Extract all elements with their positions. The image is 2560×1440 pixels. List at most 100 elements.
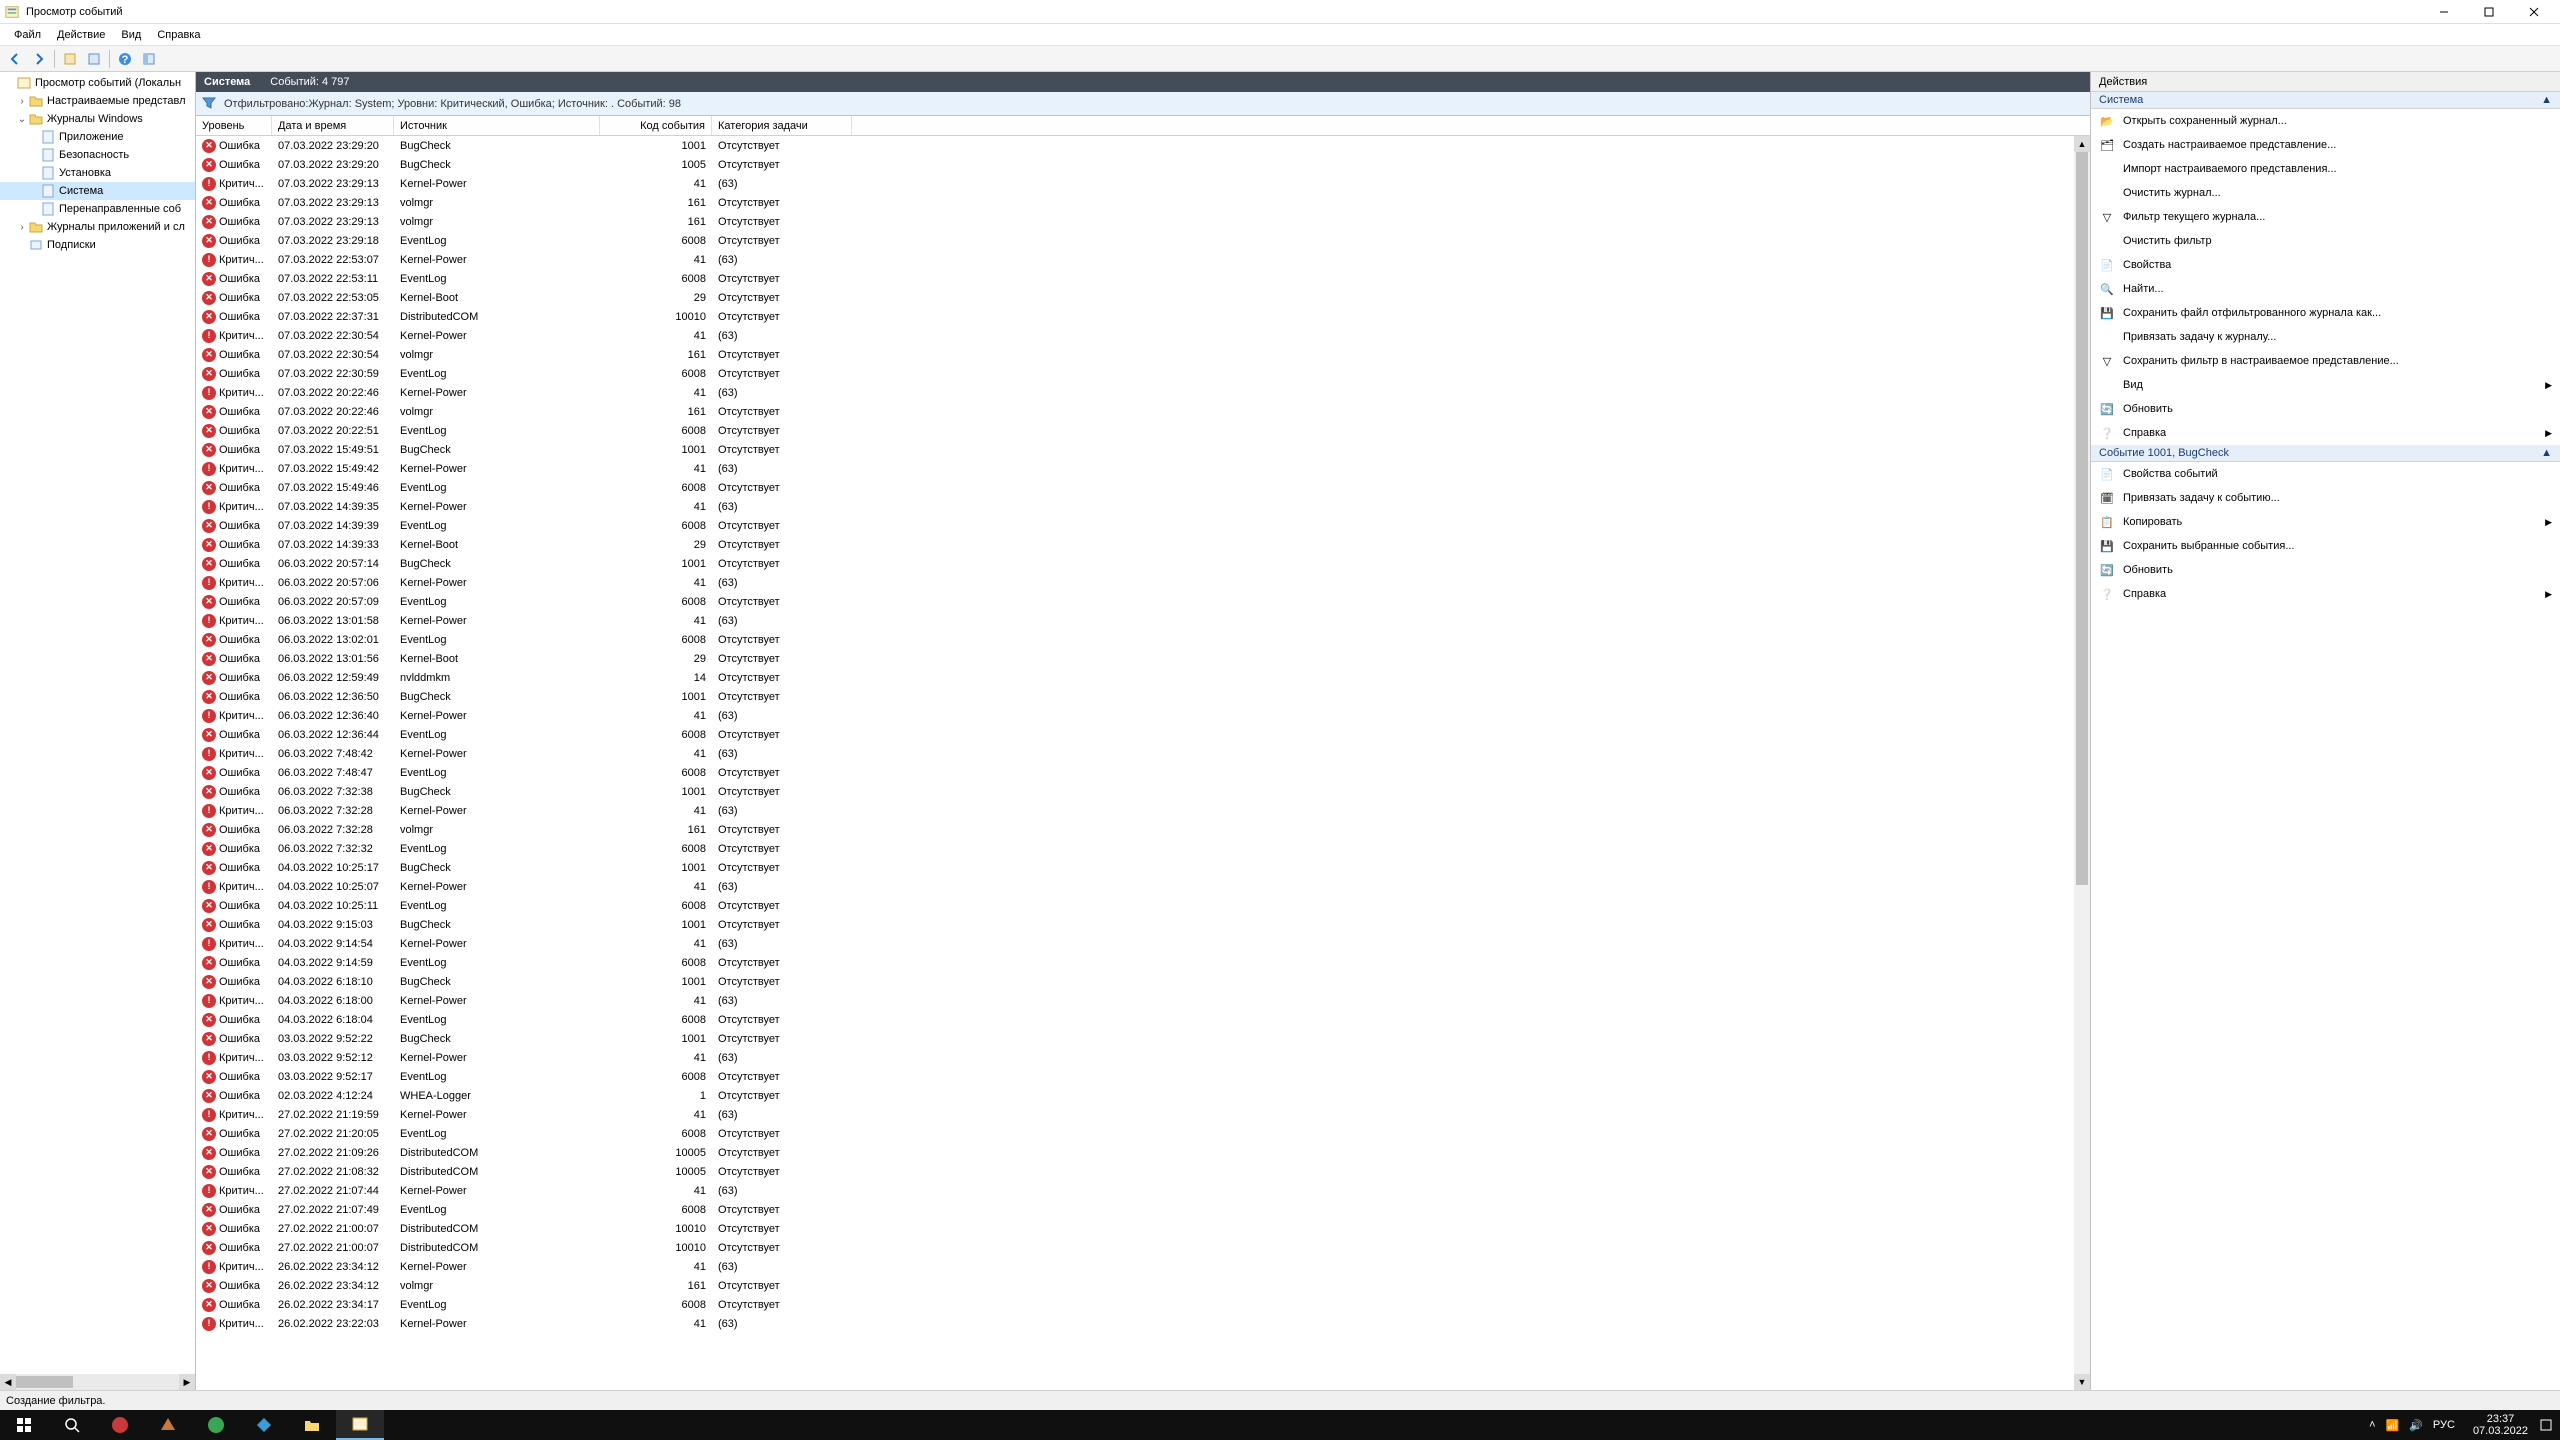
action-view[interactable]: Вид▶: [2091, 373, 2560, 397]
system-tray[interactable]: ˄ 📶 🔊 РУС: [2359, 1419, 2465, 1432]
table-row[interactable]: ✕Ошибка04.03.2022 10:25:11EventLog6008От…: [196, 896, 2074, 915]
start-button[interactable]: [0, 1410, 48, 1440]
table-row[interactable]: !Критич...04.03.2022 6:18:00Kernel-Power…: [196, 991, 2074, 1010]
scroll-right-icon[interactable]: ▶: [179, 1374, 195, 1390]
expand-icon[interactable]: ›: [16, 96, 28, 107]
maximize-button[interactable]: [2466, 0, 2511, 24]
menu-action[interactable]: Действие: [49, 27, 113, 43]
table-row[interactable]: ✕Ошибка27.02.2022 21:08:32DistributedCOM…: [196, 1162, 2074, 1181]
table-row[interactable]: ✕Ошибка07.03.2022 22:53:11EventLog6008От…: [196, 269, 2074, 288]
table-row[interactable]: ✕Ошибка07.03.2022 15:49:51BugCheck1001От…: [196, 440, 2074, 459]
table-row[interactable]: !Критич...27.02.2022 21:19:59Kernel-Powe…: [196, 1105, 2074, 1124]
tray-chevron-icon[interactable]: ˄: [2369, 1419, 2375, 1431]
table-row[interactable]: ✕Ошибка07.03.2022 22:30:54volmgr161Отсут…: [196, 345, 2074, 364]
table-row[interactable]: ✕Ошибка04.03.2022 9:15:03BugCheck1001Отс…: [196, 915, 2074, 934]
minimize-button[interactable]: [2421, 0, 2466, 24]
table-row[interactable]: !Критич...04.03.2022 9:14:54Kernel-Power…: [196, 934, 2074, 953]
tray-volume-icon[interactable]: 🔊: [2409, 1419, 2423, 1432]
table-row[interactable]: !Критич...04.03.2022 10:25:07Kernel-Powe…: [196, 877, 2074, 896]
table-row[interactable]: ✕Ошибка07.03.2022 22:37:31DistributedCOM…: [196, 307, 2074, 326]
tree-root[interactable]: Просмотр событий (Локальн: [0, 74, 195, 92]
col-task[interactable]: Категория задачи: [712, 116, 852, 135]
action-save-filtered[interactable]: 💾Сохранить файл отфильтрованного журнала…: [2091, 301, 2560, 325]
action-filter-log[interactable]: ▽Фильтр текущего журнала...: [2091, 205, 2560, 229]
table-row[interactable]: ✕Ошибка06.03.2022 7:32:28volmgr161Отсутс…: [196, 820, 2074, 839]
table-row[interactable]: ✕Ошибка26.02.2022 23:34:17EventLog6008От…: [196, 1295, 2074, 1314]
action-properties[interactable]: 📄Свойства: [2091, 253, 2560, 277]
grid-v-scrollbar[interactable]: ▲ ▼: [2074, 136, 2090, 1390]
show-tree-button[interactable]: [59, 48, 81, 70]
table-row[interactable]: ✕Ошибка06.03.2022 7:32:32EventLog6008Отс…: [196, 839, 2074, 858]
scroll-up-icon[interactable]: ▲: [2074, 136, 2090, 152]
table-row[interactable]: ✕Ошибка06.03.2022 7:32:38BugCheck1001Отс…: [196, 782, 2074, 801]
taskbar-clock[interactable]: 23:37 07.03.2022: [2465, 1413, 2536, 1437]
action-clear-filter[interactable]: Очистить фильтр: [2091, 229, 2560, 253]
table-row[interactable]: ✕Ошибка07.03.2022 23:29:13volmgr161Отсут…: [196, 193, 2074, 212]
collapse-icon[interactable]: ▲: [2541, 94, 2552, 106]
scroll-left-icon[interactable]: ◀: [0, 1374, 16, 1390]
table-row[interactable]: !Критич...07.03.2022 15:49:42Kernel-Powe…: [196, 459, 2074, 478]
table-row[interactable]: ✕Ошибка07.03.2022 23:29:18EventLog6008От…: [196, 231, 2074, 250]
menu-file[interactable]: Файл: [6, 27, 49, 43]
table-row[interactable]: !Критич...26.02.2022 23:34:12Kernel-Powe…: [196, 1257, 2074, 1276]
table-row[interactable]: ✕Ошибка06.03.2022 13:02:01EventLog6008От…: [196, 630, 2074, 649]
table-row[interactable]: ✕Ошибка04.03.2022 6:18:04EventLog6008Отс…: [196, 1010, 2074, 1029]
menu-view[interactable]: Вид: [113, 27, 149, 43]
tree-security[interactable]: Безопасность: [0, 146, 195, 164]
notifications-button[interactable]: [2536, 1410, 2556, 1440]
tray-language[interactable]: РУС: [2433, 1419, 2455, 1431]
close-button[interactable]: [2511, 0, 2556, 24]
scrollbar-thumb[interactable]: [2076, 152, 2088, 885]
table-row[interactable]: ✕Ошибка27.02.2022 21:00:07DistributedCOM…: [196, 1238, 2074, 1257]
table-row[interactable]: !Критич...07.03.2022 22:30:54Kernel-Powe…: [196, 326, 2074, 345]
action-clear-log[interactable]: Очистить журнал...: [2091, 181, 2560, 205]
tree-windows-logs[interactable]: ⌄ Журналы Windows: [0, 110, 195, 128]
search-button[interactable]: [48, 1410, 96, 1440]
action-copy[interactable]: 📋Копировать▶: [2091, 510, 2560, 534]
table-row[interactable]: ✕Ошибка07.03.2022 22:53:05Kernel-Boot29О…: [196, 288, 2074, 307]
action-refresh-2[interactable]: 🔄Обновить: [2091, 558, 2560, 582]
action-attach-task-log[interactable]: Привязать задачу к журналу...: [2091, 325, 2560, 349]
action-attach-task-event[interactable]: 🗓Привязать задачу к событию...: [2091, 486, 2560, 510]
collapse-icon[interactable]: ⌄: [16, 114, 28, 125]
tree-system[interactable]: Система: [0, 182, 195, 200]
action-help[interactable]: ❔Справка▶: [2091, 421, 2560, 445]
table-row[interactable]: ✕Ошибка06.03.2022 12:36:44EventLog6008От…: [196, 725, 2074, 744]
table-row[interactable]: ✕Ошибка06.03.2022 20:57:09EventLog6008От…: [196, 592, 2074, 611]
table-row[interactable]: ✕Ошибка07.03.2022 23:29:13volmgr161Отсут…: [196, 212, 2074, 231]
tree-subscriptions[interactable]: Подписки: [0, 236, 195, 254]
scrollbar-thumb[interactable]: [16, 1376, 73, 1388]
table-row[interactable]: ✕Ошибка06.03.2022 13:01:56Kernel-Boot29О…: [196, 649, 2074, 668]
taskbar-explorer[interactable]: [288, 1410, 336, 1440]
table-row[interactable]: ✕Ошибка03.03.2022 9:52:17EventLog6008Отс…: [196, 1067, 2074, 1086]
table-row[interactable]: !Критич...07.03.2022 14:39:35Kernel-Powe…: [196, 497, 2074, 516]
action-open-saved-log[interactable]: 📂Открыть сохраненный журнал...: [2091, 109, 2560, 133]
col-source[interactable]: Источник: [394, 116, 600, 135]
table-row[interactable]: ✕Ошибка07.03.2022 20:22:46volmgr161Отсут…: [196, 402, 2074, 421]
tree-forwarded[interactable]: Перенаправленные соб: [0, 200, 195, 218]
table-row[interactable]: ✕Ошибка04.03.2022 6:18:10BugCheck1001Отс…: [196, 972, 2074, 991]
col-datetime[interactable]: Дата и время: [272, 116, 394, 135]
table-row[interactable]: ✕Ошибка02.03.2022 4:12:24WHEA-Logger1Отс…: [196, 1086, 2074, 1105]
table-row[interactable]: ✕Ошибка07.03.2022 14:39:33Kernel-Boot29О…: [196, 535, 2074, 554]
table-row[interactable]: ✕Ошибка07.03.2022 22:30:59EventLog6008От…: [196, 364, 2074, 383]
table-row[interactable]: ✕Ошибка07.03.2022 14:39:39EventLog6008От…: [196, 516, 2074, 535]
nav-forward-button[interactable]: [28, 48, 50, 70]
action-find[interactable]: 🔍Найти...: [2091, 277, 2560, 301]
tree-application[interactable]: Приложение: [0, 128, 195, 146]
table-row[interactable]: ✕Ошибка06.03.2022 7:48:47EventLog6008Отс…: [196, 763, 2074, 782]
taskbar-app-4[interactable]: [240, 1410, 288, 1440]
table-row[interactable]: ✕Ошибка06.03.2022 12:36:50BugCheck1001От…: [196, 687, 2074, 706]
table-row[interactable]: ✕Ошибка04.03.2022 9:14:59EventLog6008Отс…: [196, 953, 2074, 972]
collapse-icon[interactable]: ▲: [2541, 447, 2552, 459]
table-row[interactable]: ✕Ошибка27.02.2022 21:07:49EventLog6008От…: [196, 1200, 2074, 1219]
refresh-button[interactable]: [138, 48, 160, 70]
taskbar-eventviewer[interactable]: [336, 1410, 384, 1440]
col-eventid[interactable]: Код события: [600, 116, 712, 135]
action-save-filter-view[interactable]: ▽Сохранить фильтр в настраиваемое предст…: [2091, 349, 2560, 373]
table-row[interactable]: ✕Ошибка26.02.2022 23:34:12volmgr161Отсут…: [196, 1276, 2074, 1295]
scroll-down-icon[interactable]: ▼: [2074, 1374, 2090, 1390]
table-row[interactable]: !Критич...06.03.2022 12:36:40Kernel-Powe…: [196, 706, 2074, 725]
tray-network-icon[interactable]: 📶: [2386, 1419, 2400, 1432]
action-import-custom-view[interactable]: Импорт настраиваемого представления...: [2091, 157, 2560, 181]
